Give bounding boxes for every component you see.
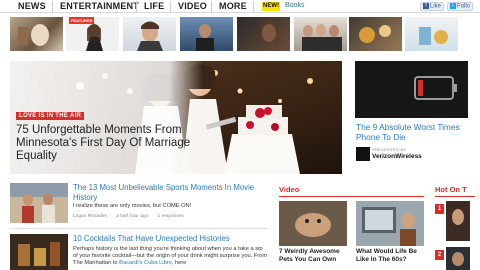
article-title[interactable]: 10 Cocktails That Have Unexpected Histor… — [73, 234, 268, 244]
hot-thumbnail[interactable] — [446, 247, 470, 270]
promo-headline[interactable]: The 9 Absolute Worst Times Phone To Die — [356, 122, 476, 142]
strip-thumbnail-5[interactable] — [237, 17, 290, 51]
strip-thumbnail-3[interactable] — [123, 17, 176, 51]
hot-thumbnail[interactable] — [446, 201, 470, 241]
nav-entertainment[interactable]: ENTERTAINMENT — [60, 1, 139, 11]
hero-headline[interactable]: 75 Unforgettable Moments From Minnesota'… — [16, 124, 196, 163]
hero-feature[interactable]: LOVE IS IN THE AIR 75 Unforgettable Mome… — [10, 61, 342, 174]
strip-thumbnail-8[interactable] — [405, 17, 458, 51]
nav-divider — [136, 1, 137, 12]
nav-news[interactable]: NEWS — [18, 1, 46, 11]
nav-life[interactable]: LIFE — [144, 1, 164, 11]
article-meta: Logan Rhoades a half hour ago 1 response… — [73, 214, 192, 219]
article-thumbnail[interactable] — [10, 183, 68, 223]
article-subtitle: I realize these are only movies, but COM… — [73, 203, 192, 209]
hot-rank-number: 2 — [435, 250, 444, 260]
strip-thumbnail-6[interactable] — [294, 17, 347, 51]
featured-badge: FEATURED — [69, 17, 95, 24]
twitter-follow-button[interactable]: t Follo — [447, 2, 474, 11]
nav-books-link[interactable]: Books — [285, 2, 304, 9]
video-title[interactable]: What Would Life Be Like In The 60s? — [356, 248, 428, 264]
top-navigation: NEWS ENTERTAINMENT LIFE VIDEO MORE NEW! … — [0, 0, 480, 13]
strip-thumbnail-4[interactable] — [180, 17, 233, 51]
article-divider — [10, 228, 268, 229]
article-time: a half hour ago — [116, 214, 149, 219]
video-thumbnail[interactable] — [356, 201, 424, 246]
strip-thumbnail-2[interactable]: FEATURED — [66, 17, 119, 51]
strip-thumbnail-1[interactable] — [10, 17, 63, 51]
hero-category-tag[interactable]: LOVE IS IN THE AIR — [16, 112, 85, 120]
promo-image[interactable] — [355, 61, 468, 118]
verizon-logo — [356, 147, 370, 161]
video-title[interactable]: 7 Weirdly Awesome Pets You Can Own — [279, 248, 349, 264]
video-section-heading[interactable]: Video — [279, 185, 299, 194]
nav-more[interactable]: MORE — [219, 1, 247, 11]
article-title[interactable]: The 13 Most Unbelievable Sports Moments … — [73, 183, 268, 202]
twitter-icon: t — [450, 3, 456, 9]
sponsor-name[interactable]: VerizonWireless — [372, 153, 422, 160]
article-thumbnail[interactable] — [10, 234, 68, 270]
new-badge: NEW! — [262, 2, 280, 11]
hot-section-rule — [435, 196, 475, 197]
nav-divider — [52, 1, 53, 12]
nav-divider — [170, 1, 171, 12]
subtitle-text: , here — [171, 260, 187, 266]
nav-video[interactable]: VIDEO — [178, 1, 207, 11]
article-subtitle: Perhaps history is the last thing you're… — [73, 246, 268, 267]
follow-label: Follo — [457, 3, 471, 10]
like-label: Like — [430, 3, 442, 10]
article-author[interactable]: Logan Rhoades — [73, 214, 107, 219]
presented-by-label: PRESENTED BY — [372, 147, 407, 152]
hot-rank-number: 1 — [435, 204, 444, 214]
hot-section-heading[interactable]: Hot On T — [435, 185, 467, 194]
nav-divider — [211, 1, 212, 12]
nav-divider — [253, 1, 254, 12]
facebook-icon: f — [423, 3, 429, 9]
article-responses[interactable]: 1 responses — [158, 214, 184, 219]
video-thumbnail[interactable] — [279, 201, 347, 246]
strip-thumbnail-7[interactable] — [349, 17, 402, 51]
video-section-rule — [279, 196, 424, 197]
subtitle-link[interactable]: Bacardi's Cuba Libre — [119, 260, 172, 266]
facebook-like-button[interactable]: f Like — [420, 2, 445, 11]
